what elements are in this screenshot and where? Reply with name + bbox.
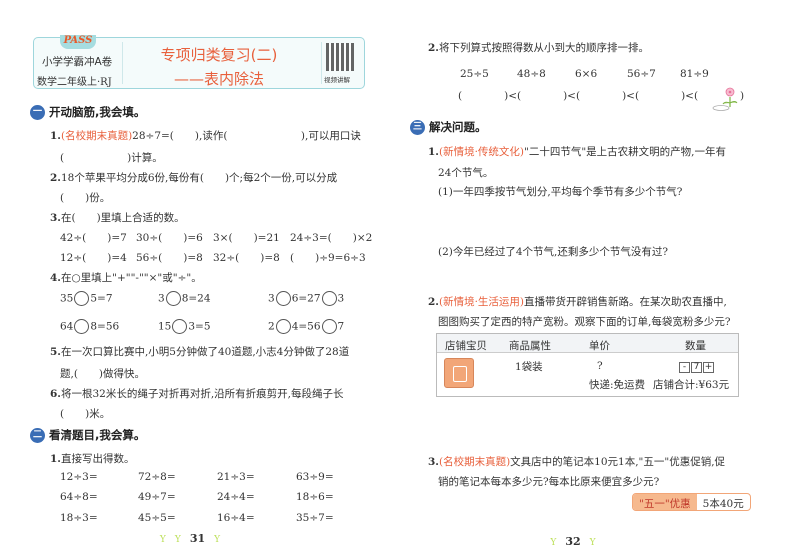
expression: 6×6: [575, 68, 598, 80]
decrement-button[interactable]: -: [679, 362, 690, 373]
operator-circle[interactable]: [165, 291, 181, 306]
table-header: 单价: [589, 340, 610, 352]
question-1-1-cont: ( )计算。: [60, 152, 163, 164]
operator-item: 3 6=27 3: [268, 291, 345, 306]
calc-item: 64÷8=: [60, 491, 98, 503]
question-1-6-cont: ( )米。: [60, 408, 111, 420]
shipping-info: 快递:免运费: [589, 379, 646, 391]
question-2-1: 1.直接写出得数。: [50, 453, 135, 465]
expression: 56÷7: [627, 68, 656, 80]
calc-item: 18÷6=: [296, 491, 334, 503]
operator-circle[interactable]: [275, 291, 291, 306]
operator-item: 2 4=56 7: [268, 319, 345, 334]
question-1-6: 6.将一根32米长的绳子对折再对折,沿所有折痕剪开,每段绳子长: [50, 388, 344, 400]
sub-question-1: (1)一年四季按节气划分,平均每个季节有多少个节气?: [438, 186, 683, 198]
quantity-stepper[interactable]: -7 +: [679, 360, 715, 373]
question-1-5: 5.在一次口算比赛中,小明5分钟做了40道题,小志4分钟做了28道: [50, 346, 350, 358]
series-name: 小学学霸冲A卷: [42, 56, 113, 68]
operator-item: 64 8=56: [60, 319, 120, 334]
calc-item: 16÷4=: [217, 512, 255, 524]
calc-item: 18÷3=: [60, 512, 98, 524]
table-header: 商品属性: [509, 340, 551, 352]
question-3-2: 2.(新情境·生活运用)直播带货开辟销售新路。在某次助农直播中,: [428, 296, 727, 308]
table-header: 店铺宝贝: [445, 340, 487, 352]
question-3-2-cont: 图图购买了定西的特产宽粉。观察下面的订单,每袋宽粉多少元?: [438, 316, 731, 328]
calc-item: 12÷3=: [60, 471, 98, 483]
order-blanks: ( )<( )<( )<( )<( ): [458, 90, 745, 102]
page-header: PASS 小学学霸冲A卷 数学二年级上·RJ 专项归类复习(二) ——表内除法 …: [33, 35, 365, 89]
grade-label: 数学二年级上·RJ: [37, 77, 112, 88]
question-2-2: 2.将下列算式按照得数从小到大的顺序排一排。: [428, 42, 649, 54]
operator-item: 15 3=5: [158, 319, 211, 334]
expression: 48÷8: [517, 68, 546, 80]
table-header: 数量: [685, 340, 706, 352]
product-attr: 1袋装: [515, 361, 543, 373]
page-number-31: Y Y 31 Y: [159, 532, 221, 545]
operator-item: 3 8=24: [158, 291, 211, 306]
pass-logo: PASS: [60, 35, 96, 49]
operator-circle[interactable]: [74, 319, 90, 334]
calc-item: 24÷4=: [217, 491, 255, 503]
sub-question-2: (2)今年已经过了4个节气,还剩多少个节气没有过?: [438, 246, 669, 258]
question-1-4: 4.在○里填上"+""-""×"或"÷"。: [50, 272, 202, 284]
question-1-2-cont: ( )份。: [60, 192, 111, 204]
question-1-1: 1.(名校期末真题)28÷7=( ),读作( ),可以用口诀: [50, 130, 361, 142]
order-total: 店铺合计:¥63元: [653, 379, 730, 391]
increment-button[interactable]: +: [703, 362, 714, 373]
operator-circle[interactable]: [172, 319, 188, 334]
question-3-3-cont: 销的笔记本每本多少元?每本比原来便宜多少元?: [438, 476, 660, 488]
operator-circle[interactable]: [321, 291, 337, 306]
expression: 81÷9: [680, 68, 709, 80]
operator-circle[interactable]: [321, 319, 337, 334]
question-1-2: 2.18个苹果平均分成6份,每份有( )个;每2个一份,可以分成: [50, 172, 338, 184]
operator-circle[interactable]: [74, 291, 90, 306]
section-2-heading: 二看清题目,我会算。: [30, 427, 145, 443]
calc-item: 45÷5=: [138, 512, 176, 524]
question-1-5-cont: 题,( )做得快。: [60, 368, 146, 380]
operator-item: 35 5=7: [60, 291, 113, 306]
question-3-1-cont: 24个节气。: [438, 167, 494, 179]
question-3-1: 1.(新情境·传统文化)"二十四节气"是上古农耕文明的产物,一年有: [428, 146, 726, 158]
page-number-32: Y 32 Y: [550, 535, 596, 548]
quantity-value: 7: [691, 362, 702, 373]
qr-code-icon[interactable]: [326, 43, 354, 71]
page-title: 专项归类复习(二): [160, 46, 278, 64]
section-1-heading: 一开动脑筋,我会填。: [30, 104, 145, 120]
calc-item: 21÷3=: [217, 471, 255, 483]
question-3-3: 3.(名校期末真题)文具店中的笔记本10元1本,"五一"优惠促销,促: [428, 456, 726, 468]
calc-item: 63÷9=: [296, 471, 334, 483]
operator-circle[interactable]: [275, 319, 291, 334]
flower-icon: [712, 87, 738, 111]
calc-item: 35÷7=: [296, 512, 334, 524]
promo-badge: "五一"优惠 5本40元: [632, 493, 751, 511]
order-table: 店铺宝贝 商品属性 单价 数量 1袋装 ? -7 + 快递:免运费 店铺合计:¥6…: [436, 333, 739, 397]
expression: 25÷5: [460, 68, 489, 80]
section-3-heading: 三解决问题。: [410, 119, 487, 135]
unit-price: ?: [597, 360, 603, 372]
question-1-3: 3.在( )里填上合适的数。: [50, 212, 185, 224]
calc-item: 49÷7=: [138, 491, 176, 503]
calc-item: 72÷8=: [138, 471, 176, 483]
product-image-icon: [444, 358, 474, 388]
qr-label: 视频讲解: [324, 76, 350, 84]
page-subtitle: ——表内除法: [173, 70, 264, 88]
